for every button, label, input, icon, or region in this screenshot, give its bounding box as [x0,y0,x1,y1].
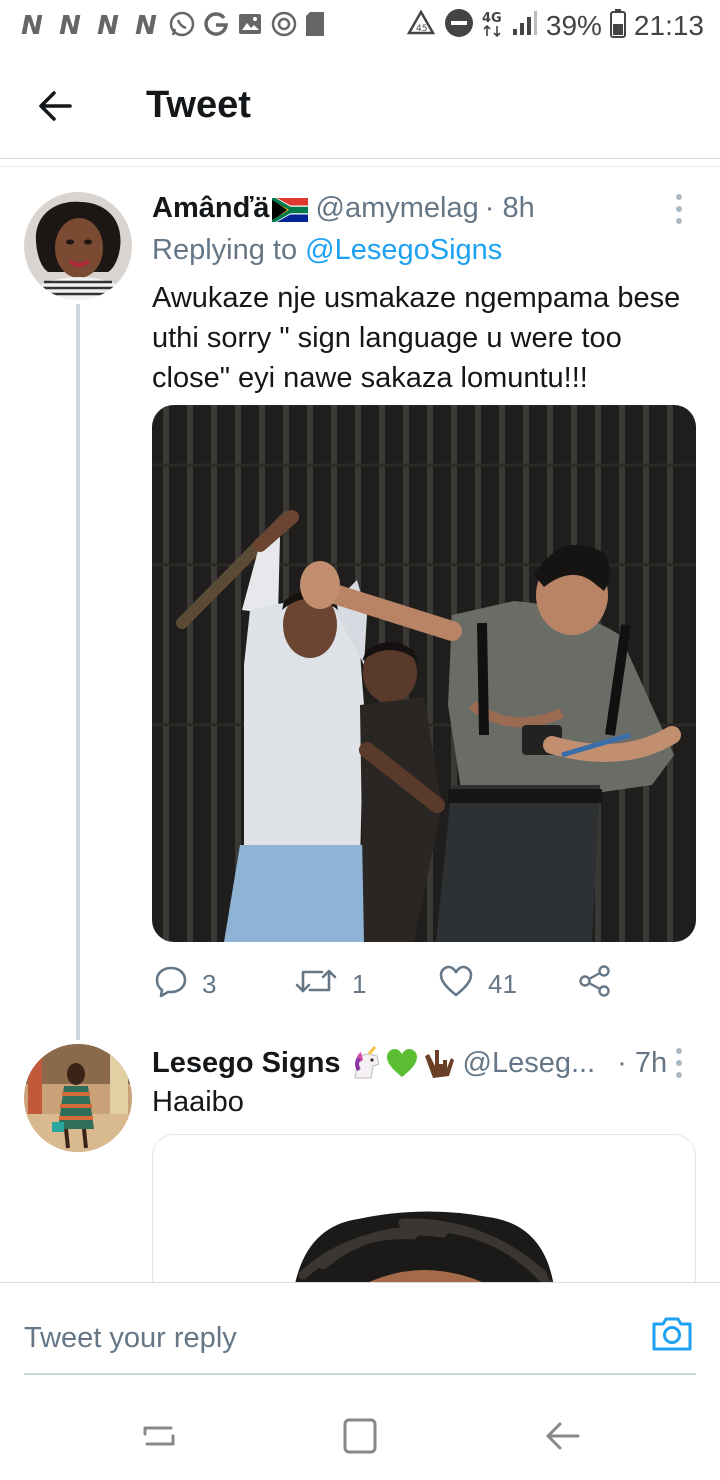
status-bar: N N N N 45 4G 39% 21:13 [0,0,720,52]
recycle-icon: 45 [406,8,436,44]
back-arrow-icon[interactable] [30,80,82,132]
i-love-you-hand-emoji [421,1046,455,1080]
like-button[interactable]: 41 [438,962,517,1006]
do-not-disturb-icon [444,8,474,45]
avatar[interactable] [24,1044,132,1152]
top-app-bar: Tweet [0,52,720,158]
status-time: 21:13 [633,10,704,41]
thread-connector-line [76,304,80,1040]
tweet-actions: 3 1 41 [152,962,692,1006]
mention-link[interactable]: @LesegoSigns [305,234,502,266]
signal-icon [512,9,538,44]
tweet-timestamp: · 7h [617,1046,668,1079]
camera-icon[interactable] [650,1311,694,1355]
tweet-header: Amânďä @amymelag · 8h [152,192,535,225]
notification-n-icon: N [21,11,43,41]
home-icon[interactable] [336,1412,384,1460]
reply-count: 3 [202,968,217,999]
battery-icon [609,8,626,45]
share-button[interactable] [578,962,612,1006]
tweet-header: Lesego Signs @Leseg... · 7h [152,1046,667,1080]
sync-icon [270,10,298,43]
svg-text:4G: 4G [482,11,502,26]
more-options-icon[interactable] [670,1046,690,1082]
tweet-photo[interactable] [152,405,696,942]
heart-icon [438,964,474,1005]
like-count: 41 [488,968,517,999]
whatsapp-icon [168,10,196,43]
gallery-icon [236,10,264,43]
tweet-media-preview[interactable] [152,1134,696,1294]
header-divider [0,158,720,159]
status-bar-right: 45 4G 39% 21:13 [406,8,704,44]
display-name[interactable]: Lesego Signs [152,1047,341,1080]
share-icon [578,964,612,1005]
4g-icon: 4G [482,8,504,45]
reply-button[interactable]: 3 [154,962,216,1006]
south-africa-flag-icon [270,195,310,224]
green-heart-emoji [385,1046,419,1080]
back-icon[interactable] [538,1412,586,1460]
reply-composer-bar [0,1282,720,1394]
tweet-text: Awukaze nje usmakaze ngempama bese uthi … [152,282,681,394]
status-bar-left: N N N N [16,8,326,44]
unicorn-emoji [349,1046,383,1080]
header-divider [0,166,720,167]
battery-percentage: 39% [545,10,602,41]
notification-n-icon: N [97,11,119,41]
more-options-icon[interactable] [670,192,690,228]
recent-apps-icon[interactable] [135,1412,183,1460]
svg-text:45: 45 [416,24,427,34]
display-name[interactable]: Amânďä [152,192,270,225]
reply-input-underline [24,1373,696,1375]
notification-n-icon: N [59,11,81,41]
replying-prefix: Replying to [152,234,298,266]
retweet-count: 1 [352,968,367,999]
tweet-timestamp: · 8h [484,192,535,224]
user-handle[interactable]: @Leseg... [463,1047,596,1080]
retweet-icon [294,964,338,1005]
page-title: Tweet [146,84,251,126]
replying-to-line: Replying to @LesegoSigns [152,234,502,267]
reply-icon [154,964,188,1005]
tweet-text: Haaibo [152,1086,244,1118]
user-handle[interactable]: @amymelag [316,192,479,225]
avatar[interactable] [24,192,132,300]
notification-n-icon: N [135,11,157,41]
sd-card-icon [304,10,326,43]
retweet-button[interactable]: 1 [294,962,366,1006]
google-icon [202,10,230,43]
system-navigation-bar [0,1394,720,1480]
reply-input[interactable] [24,1313,624,1363]
